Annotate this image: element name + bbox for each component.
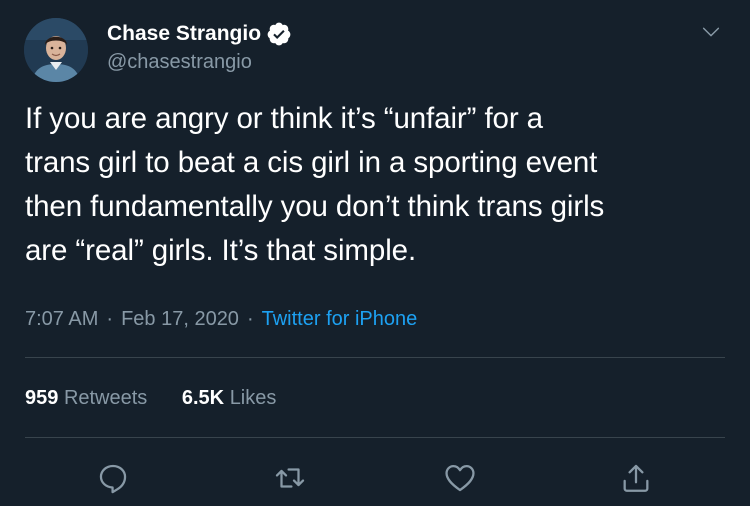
avatar[interactable] xyxy=(24,18,88,82)
tweet-meta: 7:07 AM · Feb 17, 2020 · Twitter for iPhone xyxy=(25,306,417,332)
tweet-source-link[interactable]: Twitter for iPhone xyxy=(262,308,418,330)
retweets-label: Retweets xyxy=(63,387,148,409)
tweet-text-line: If you are angry or think it’s “unfair” … xyxy=(25,102,543,135)
avatar-image xyxy=(24,18,88,82)
tweet-text-line: then fundamentally you don’t think trans… xyxy=(25,190,605,223)
tweet-text-line: are “real” girls. It’s that simple. xyxy=(25,234,417,267)
retweets-stat[interactable]: 959 Retweets xyxy=(25,385,147,411)
tweet-time[interactable]: 7:07 AM xyxy=(25,308,98,330)
retweet-icon[interactable] xyxy=(272,460,308,496)
tweet-card: Chase Strangio @chasestrangio If you are… xyxy=(0,0,750,506)
likes-count: 6.5K xyxy=(181,387,225,409)
meta-separator: · xyxy=(106,308,114,330)
likes-stat[interactable]: 6.5K Likes xyxy=(182,385,277,411)
divider xyxy=(25,357,725,358)
meta-separator: · xyxy=(246,308,254,330)
retweets-count: 959 xyxy=(25,387,59,409)
tweet-date[interactable]: Feb 17, 2020 xyxy=(121,308,239,330)
reply-icon[interactable] xyxy=(95,460,131,496)
author-handle[interactable]: @chasestrangio xyxy=(107,50,252,74)
tweet-text-line: trans girl to beat a cis girl in a sport… xyxy=(25,146,598,179)
action-bar xyxy=(0,460,750,496)
divider xyxy=(25,437,725,438)
verified-badge-icon xyxy=(266,21,292,47)
author-name-row[interactable]: Chase Strangio xyxy=(107,19,292,49)
likes-label: Likes xyxy=(229,387,277,409)
share-icon[interactable] xyxy=(618,460,654,496)
author-display-name[interactable]: Chase Strangio xyxy=(107,21,261,47)
heart-icon[interactable] xyxy=(442,460,478,496)
tweet-text: If you are angry or think it’s “unfair” … xyxy=(25,97,725,273)
chevron-down-icon[interactable] xyxy=(700,21,722,43)
tweet-stats: 959 Retweets 6.5K Likes xyxy=(25,385,276,411)
